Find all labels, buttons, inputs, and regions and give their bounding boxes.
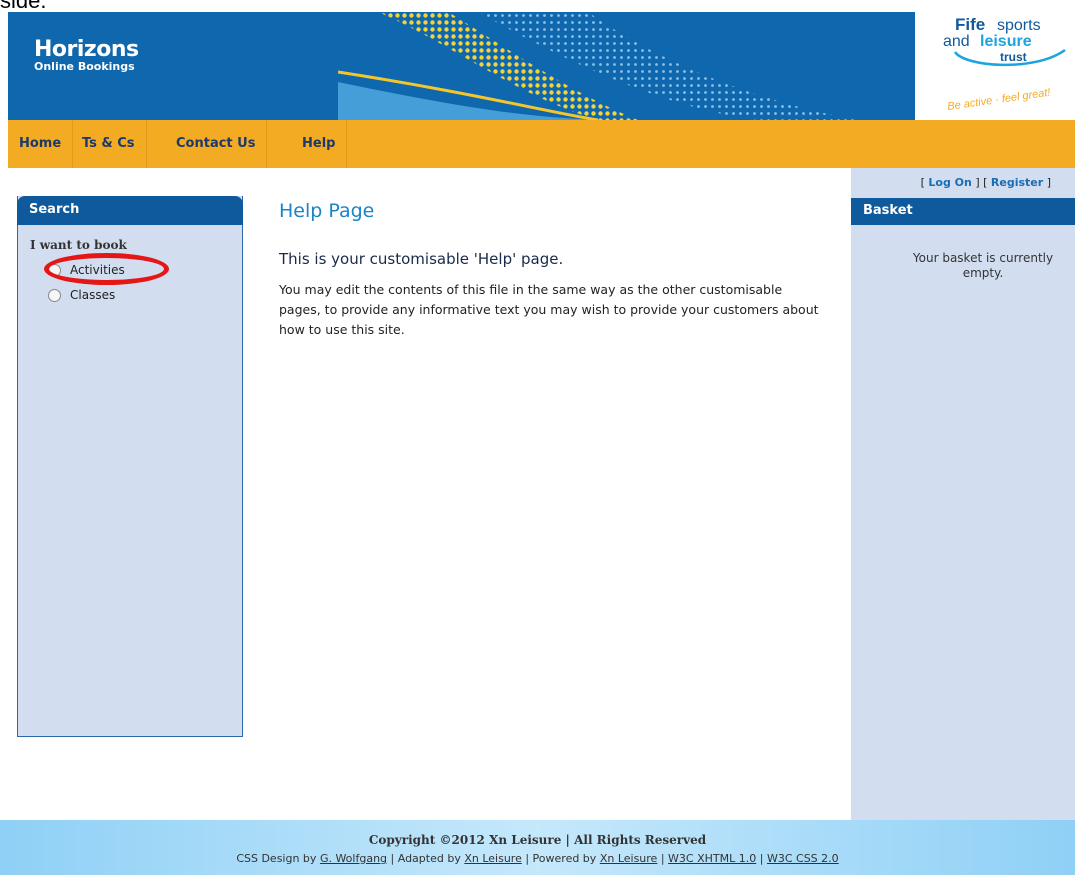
brand[interactable]: Horizons Online Bookings [34, 37, 139, 73]
bracket: ] [1046, 176, 1051, 189]
copyright-text: Copyright ©2012 Xn Leisure | All Rights … [368, 833, 707, 847]
radio-label-classes[interactable]: Classes [70, 288, 115, 302]
nav-terms[interactable]: Ts & Cs [71, 120, 147, 168]
nav-home[interactable]: Home [8, 120, 74, 168]
nav-contact-us[interactable]: Contact Us [165, 120, 268, 168]
search-heading: Search [29, 202, 80, 217]
credit-text: | Adapted by [390, 852, 461, 865]
page-body-text: You may edit the contents of this file i… [279, 282, 819, 337]
basket-empty-message: Your basket is currently empty. [912, 251, 1054, 280]
logo-line2-a: and [943, 33, 970, 50]
site-title: Horizons [34, 37, 139, 62]
credit-text: | Powered by [525, 852, 597, 865]
basket-heading: Basket [863, 203, 913, 218]
site-header: Horizons Online Bookings Fife sports and… [8, 12, 1075, 120]
log-on-link[interactable]: Log On [928, 176, 971, 189]
bracket-separator: ] [ [975, 176, 988, 189]
radio-classes[interactable]: Classes [48, 286, 115, 304]
basket-header: Basket [851, 198, 1075, 225]
search-panel-header: Search [17, 196, 243, 225]
logo-line1-bold: Fife [955, 15, 985, 34]
radio-button-icon[interactable] [48, 288, 61, 302]
css-validator-link[interactable]: W3C CSS 2.0 [767, 852, 839, 865]
adapted-by-link[interactable]: Xn Leisure [464, 852, 522, 865]
bracket: [ [920, 176, 925, 189]
highlight-annotation-circle [44, 253, 169, 285]
logo-line1-rest: sports [997, 17, 1041, 34]
separator: | [759, 852, 764, 865]
powered-by-link[interactable]: Xn Leisure [600, 852, 658, 865]
booking-prompt: I want to book [30, 238, 127, 252]
designer-link[interactable]: G. Wolfgang [320, 852, 387, 865]
logo-line3: trust [1000, 50, 1027, 64]
nav-help[interactable]: Help [291, 120, 348, 168]
top-nav: Home Ts & Cs Contact Us Help [8, 120, 1075, 168]
footer-credits: CSS Design by G. Wolfgang | Adapted by X… [0, 852, 1075, 865]
logo-tagline: Be active · feel great! [947, 87, 1052, 113]
site-footer: Copyright ©2012 Xn Leisure | All Rights … [0, 820, 1075, 875]
logo-line2-b: leisure [980, 33, 1032, 50]
register-link[interactable]: Register [991, 176, 1043, 189]
page-subheading: This is your customisable 'Help' page. [279, 250, 564, 268]
account-links: [ Log On ] [ Register ] [921, 176, 1051, 189]
site-subtitle: Online Bookings [34, 60, 135, 73]
page-title: Help Page [279, 200, 375, 222]
separator: | [660, 852, 665, 865]
credit-text: CSS Design by [236, 852, 317, 865]
xhtml-validator-link[interactable]: W3C XHTML 1.0 [668, 852, 756, 865]
fife-sports-logo[interactable]: Fife sports and leisure trust Be active … [925, 12, 1075, 120]
